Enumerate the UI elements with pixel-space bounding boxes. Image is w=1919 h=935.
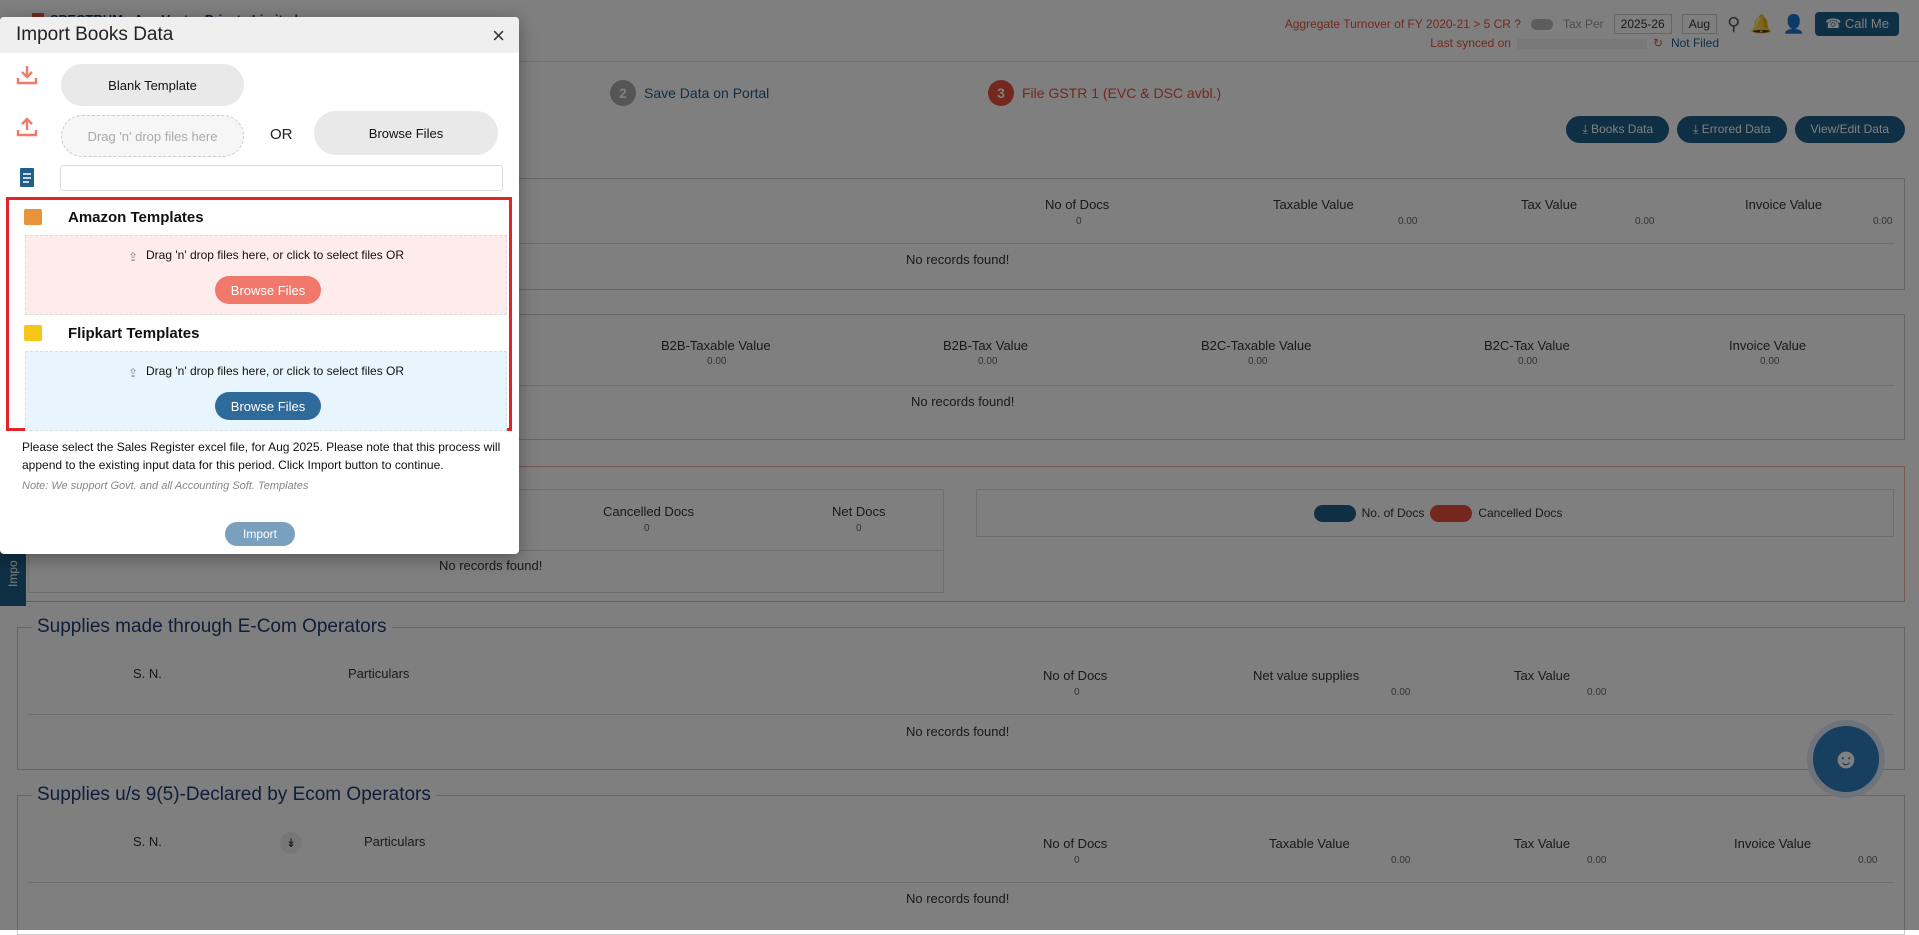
upload-icon: ⇪ xyxy=(127,250,139,264)
selected-file-field[interactable] xyxy=(60,165,503,191)
flipkart-drop-text: ⇪ Drag 'n' drop files here, or click to s… xyxy=(26,364,506,380)
support-note: Note: We support Govt. and all Accountin… xyxy=(22,480,309,492)
flipkart-icon xyxy=(24,325,42,341)
file-drop-zone[interactable]: Drag 'n' drop files here xyxy=(61,115,244,157)
flipkart-browse-button[interactable]: Browse Files xyxy=(215,392,321,420)
download-icon xyxy=(14,64,40,86)
or-label: OR xyxy=(270,126,293,143)
browse-files-button[interactable]: Browse Files xyxy=(314,111,498,155)
amazon-templates-title: Amazon Templates xyxy=(68,209,204,226)
amazon-browse-button[interactable]: Browse Files xyxy=(215,276,321,304)
flipkart-templates-title: Flipkart Templates xyxy=(68,325,200,342)
amazon-drop-label: Drag 'n' drop files here, or click to se… xyxy=(146,248,405,262)
amazon-drop-text: ⇪ Drag 'n' drop files here, or click to s… xyxy=(26,248,506,264)
modal-header: Import Books Data × xyxy=(0,17,519,53)
close-icon[interactable]: × xyxy=(492,23,505,49)
modal-title: Import Books Data xyxy=(16,24,174,45)
upload-icon xyxy=(14,116,40,138)
flipkart-drop-zone[interactable]: ⇪ Drag 'n' drop files here, or click to s… xyxy=(25,351,507,431)
import-books-modal: Import Books Data × Blank Template Drag … xyxy=(0,17,519,554)
document-icon xyxy=(14,167,40,189)
blank-template-button[interactable]: Blank Template xyxy=(61,64,244,106)
help-text: Please select the Sales Register excel f… xyxy=(22,440,501,472)
amazon-icon xyxy=(24,209,42,225)
amazon-drop-zone[interactable]: ⇪ Drag 'n' drop files here, or click to s… xyxy=(25,235,507,315)
upload-icon: ⇪ xyxy=(127,366,139,380)
flipkart-drop-label: Drag 'n' drop files here, or click to se… xyxy=(146,364,405,378)
import-button[interactable]: Import xyxy=(225,522,295,546)
